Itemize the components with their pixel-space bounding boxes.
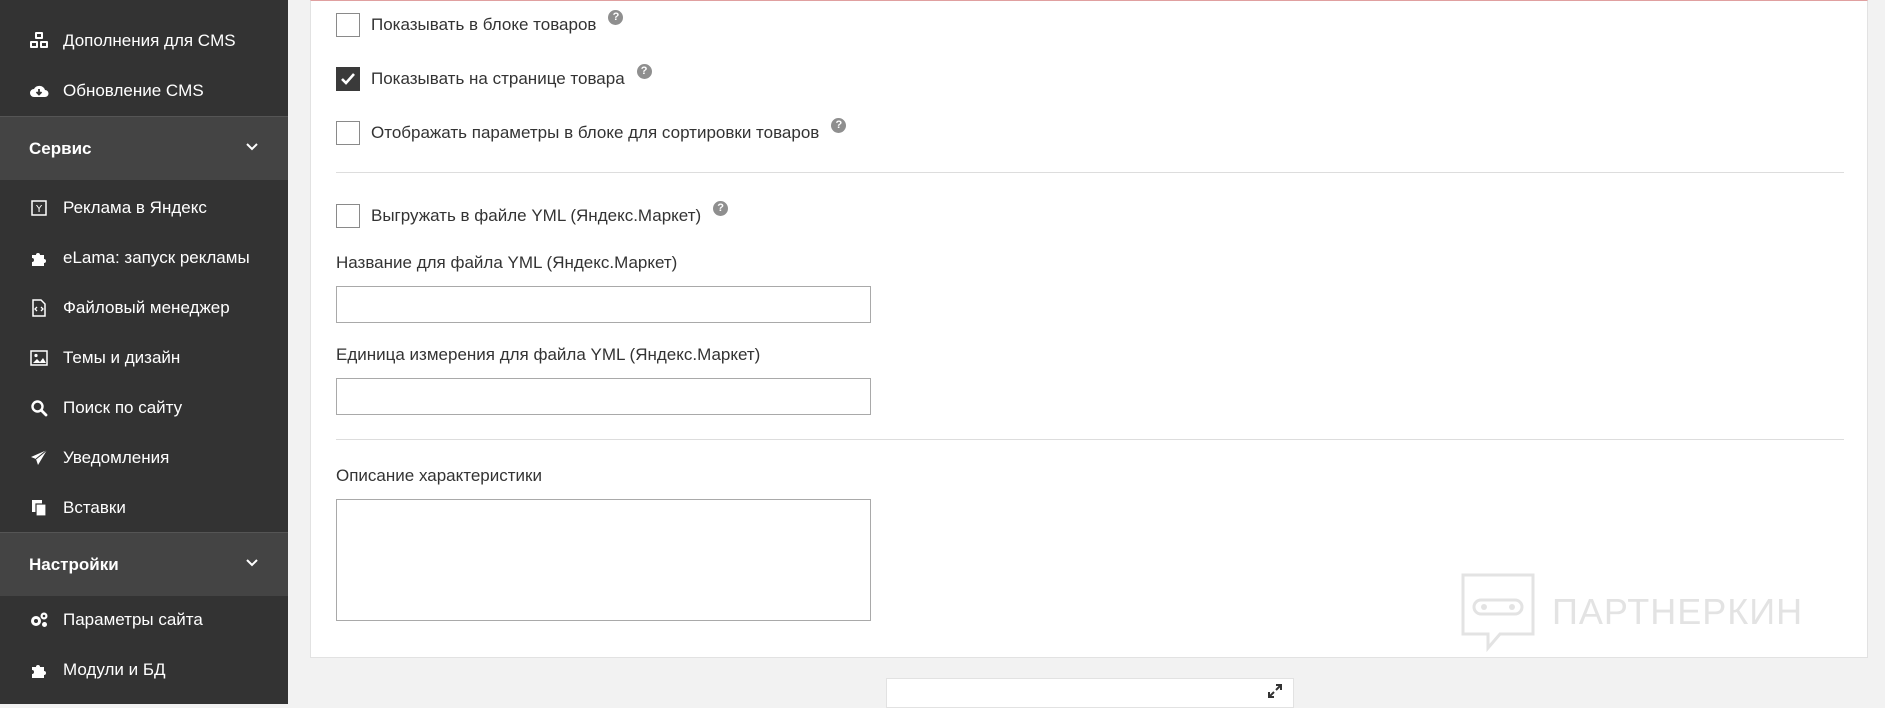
sidebar-item-label: Параметры сайта	[63, 610, 203, 629]
puzzle-icon	[29, 248, 49, 268]
sidebar-item-label: Вставки	[63, 498, 126, 517]
yandex-icon: Y	[29, 198, 49, 218]
section-divider	[336, 172, 1844, 173]
yml-unit-input[interactable]	[336, 378, 871, 415]
expand-icon[interactable]	[1267, 683, 1283, 699]
gears-icon	[29, 610, 49, 630]
watermark-logo-icon	[1461, 573, 1535, 652]
image-icon	[29, 348, 49, 368]
sidebar-item-label: eLama: запуск рекламы	[63, 248, 250, 267]
sidebar-item-themes[interactable]: Темы и дизайн	[0, 333, 288, 383]
help-icon[interactable]: ?	[608, 9, 624, 25]
sidebar-item-cms-update[interactable]: Обновление CMS	[0, 66, 288, 116]
checkbox-row-show-params-in-sort-block[interactable]: Отображать параметры в блоке для сортиро…	[336, 117, 847, 146]
section-title: Настройки	[29, 554, 119, 574]
paper-plane-icon	[29, 448, 49, 468]
sidebar-item-label: Реклама в Яндекс	[63, 198, 207, 217]
help-icon[interactable]: ?	[713, 200, 729, 216]
checkbox-row-export-yml[interactable]: Выгружать в файле YML (Яндекс.Маркет) ?	[336, 200, 729, 229]
section-title: Сервис	[29, 138, 92, 158]
description-textarea[interactable]	[336, 499, 871, 621]
checkbox-show-in-products-block[interactable]	[336, 13, 360, 37]
copy-icon	[29, 498, 49, 518]
sidebar-item-elama[interactable]: eLama: запуск рекламы	[0, 233, 288, 283]
description-label: Описание характеристики	[336, 466, 542, 485]
sidebar-section-settings[interactable]: Настройки	[0, 532, 288, 596]
puzzle-icon	[29, 660, 49, 680]
yml-name-label: Название для файла YML (Яндекс.Маркет)	[336, 253, 678, 272]
sidebar-item-notifications[interactable]: Уведомления	[0, 433, 288, 483]
chevron-down-icon	[246, 559, 258, 567]
sidebar-item-label: Файловый менеджер	[63, 298, 230, 317]
watermark: ПАРТНЕРКИН	[1460, 572, 1835, 652]
checkbox-export-yml[interactable]	[336, 204, 360, 228]
sidebar-item-modules-db[interactable]: Модули и БД	[0, 645, 288, 695]
sidebar-item-inserts[interactable]: Вставки	[0, 483, 288, 533]
sidebar-item-label: Обновление CMS	[63, 81, 204, 100]
sidebar-item-site-params[interactable]: Параметры сайта	[0, 595, 288, 645]
yml-name-input[interactable]	[336, 286, 871, 323]
sidebar-item-label: Темы и дизайн	[63, 348, 181, 367]
checkbox-label: Отображать параметры в блоке для сортиро…	[371, 123, 820, 142]
checkbox-show-on-product-page[interactable]	[336, 67, 360, 91]
section-divider	[336, 439, 1844, 440]
sidebar-item-file-manager[interactable]: Файловый менеджер	[0, 283, 288, 333]
file-code-icon	[29, 298, 49, 318]
sidebar-item-site-search[interactable]: Поиск по сайту	[0, 383, 288, 433]
help-icon[interactable]: ?	[831, 117, 847, 133]
cloud-download-icon	[29, 81, 49, 101]
sidebar-item-label: Модули и БД	[63, 660, 166, 679]
cubes-icon	[29, 31, 49, 51]
help-icon[interactable]: ?	[636, 63, 652, 79]
checkbox-row-show-in-products-block[interactable]: Показывать в блоке товаров ?	[336, 9, 624, 38]
checkbox-label: Выгружать в файле YML (Яндекс.Маркет)	[371, 206, 702, 225]
sidebar-item-label: Поиск по сайту	[63, 398, 183, 417]
checkbox-row-show-on-product-page[interactable]: Показывать на странице товара ?	[336, 63, 652, 92]
checkbox-show-params-in-sort-block[interactable]	[336, 121, 360, 145]
chevron-down-icon	[246, 143, 258, 151]
sidebar-section-service[interactable]: Сервис	[0, 116, 288, 180]
watermark-text: ПАРТНЕРКИН	[1552, 591, 1804, 632]
sidebar-item-yandex-ads[interactable]: Y Реклама в Яндекс	[0, 183, 288, 233]
svg-text:Y: Y	[35, 204, 43, 215]
yml-unit-label: Единица измерения для файла YML (Яндекс.…	[336, 345, 761, 364]
search-icon	[29, 398, 49, 418]
sidebar: Дополнения для CMS Обновление CMS Сервис…	[0, 0, 288, 704]
checkmark-icon	[341, 73, 355, 85]
sidebar-item-label: Дополнения для CMS	[63, 31, 236, 50]
checkbox-label: Показывать в блоке товаров	[371, 15, 597, 34]
sidebar-item-label: Уведомления	[63, 448, 170, 467]
checkbox-label: Показывать на странице товара	[371, 69, 625, 88]
sidebar-item-cms-addons[interactable]: Дополнения для CMS	[0, 16, 288, 66]
